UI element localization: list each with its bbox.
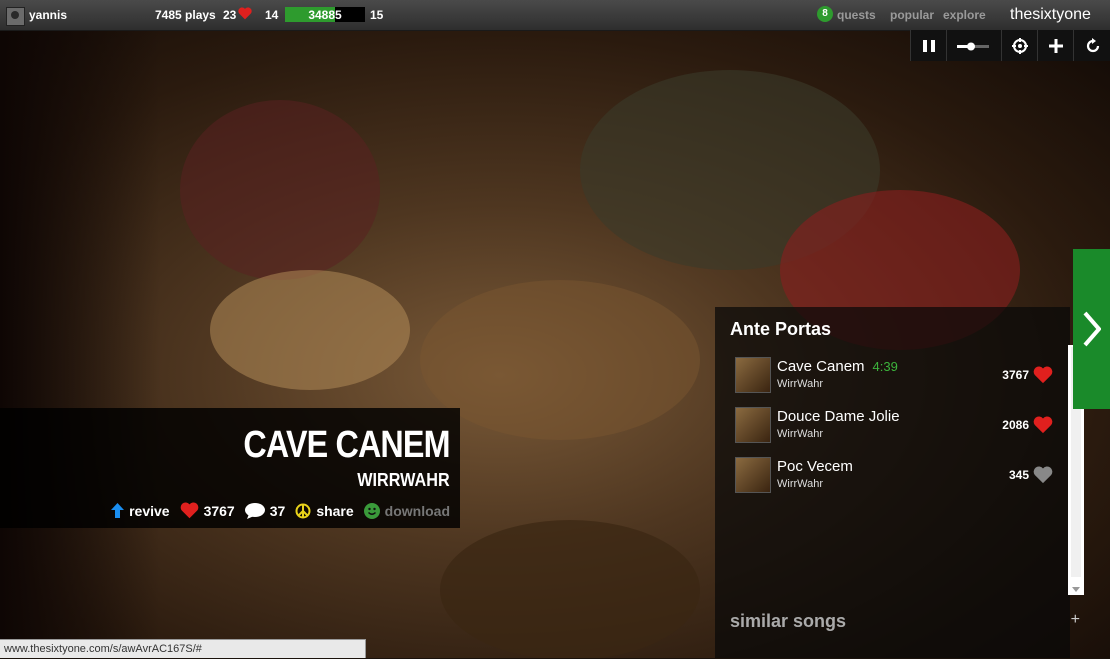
volume-slider[interactable]: [946, 30, 1002, 61]
comments-button[interactable]: 37: [244, 502, 286, 519]
pause-button[interactable]: [910, 30, 947, 61]
xp-value: 34885: [308, 8, 342, 22]
song-title: CAVE CANEM: [243, 424, 451, 466]
target-button[interactable]: [1001, 30, 1038, 61]
song-actions: revive 3767 37 share download: [111, 502, 450, 519]
quests-badge[interactable]: 8: [817, 6, 833, 22]
current-level: 14: [265, 8, 279, 22]
browser-status-bar: www.thesixtyone.com/s/awAvrAC167S/#: [0, 639, 366, 658]
nav-quests[interactable]: quests: [837, 8, 876, 22]
heart-outline-icon[interactable]: [1033, 466, 1053, 484]
heart-count: 3767: [203, 502, 235, 519]
track-heart-count: 345: [1008, 468, 1029, 482]
volume-icon: [956, 42, 989, 50]
album-title[interactable]: Ante Portas: [730, 319, 831, 340]
pause-icon: [923, 39, 935, 52]
album-thumbnail: [735, 407, 771, 443]
site-logo[interactable]: thesixtyone: [1010, 6, 1091, 24]
share-button[interactable]: share: [295, 502, 354, 519]
track-row[interactable]: Poc Vecem WirrWahr 345: [735, 457, 1065, 497]
share-label: share: [316, 502, 354, 519]
song-artist[interactable]: WIRRWAHR: [358, 470, 450, 491]
next-level: 15: [370, 8, 384, 22]
track-artist: WirrWahr: [777, 428, 824, 440]
nav-explore[interactable]: explore: [943, 8, 986, 22]
heart-icon: [180, 502, 198, 519]
username[interactable]: yannis: [29, 8, 67, 22]
playlist-panel: Ante Portas Cave Canem 4:39 WirrWahr 3767…: [715, 307, 1080, 658]
peace-icon: [295, 503, 311, 518]
download-button[interactable]: download: [363, 502, 450, 519]
heart-button[interactable]: 3767: [180, 502, 235, 519]
next-song-button[interactable]: [1073, 249, 1110, 409]
track-artist: WirrWahr: [777, 478, 824, 490]
album-thumbnail: [735, 457, 771, 493]
avatar[interactable]: [6, 7, 25, 26]
heart-icon: [238, 7, 252, 23]
player-controls: [910, 30, 1110, 61]
smiley-icon: [363, 502, 380, 519]
speech-bubble-icon: [244, 502, 265, 519]
nav-popular[interactable]: popular: [890, 8, 934, 22]
track-title: Douce Dame Jolie: [777, 408, 900, 425]
track-title: Cave Canem 4:39: [777, 358, 898, 375]
track-duration: 4:39: [872, 359, 898, 374]
revive-label: revive: [129, 502, 170, 519]
refresh-icon: [1086, 37, 1099, 52]
top-bar: yannis 7485 plays 23 14 34885 15 8 quest…: [0, 0, 1110, 31]
download-label: download: [384, 502, 450, 519]
track-heart-count: 3767: [1002, 368, 1029, 382]
song-info-panel: CAVE CANEM WIRRWAHR revive 3767 37 share…: [0, 408, 460, 528]
expand-similar-button[interactable]: +: [1071, 611, 1080, 629]
track-row[interactable]: Douce Dame Jolie WirrWahr 2086: [735, 407, 1065, 447]
heart-icon[interactable]: [1033, 366, 1053, 384]
crosshair-icon: [1012, 37, 1028, 54]
add-button[interactable]: [1037, 30, 1074, 61]
refresh-button[interactable]: [1073, 30, 1110, 61]
track-heart-count: 2086: [1002, 418, 1029, 432]
heart-icon[interactable]: [1033, 416, 1053, 434]
track-row[interactable]: Cave Canem 4:39 WirrWahr 3767: [735, 357, 1065, 397]
arrow-up-icon: [111, 503, 125, 518]
track-title: Poc Vecem: [777, 458, 853, 475]
chevron-right-icon: [1082, 311, 1101, 347]
plays-count: 7485 plays: [155, 8, 216, 22]
similar-songs-header[interactable]: similar songs: [730, 611, 846, 632]
revive-button[interactable]: revive: [111, 502, 170, 519]
comments-count: 37: [269, 502, 286, 519]
scroll-down-icon[interactable]: [1072, 587, 1080, 592]
plus-icon: [1049, 38, 1063, 53]
track-artist: WirrWahr: [777, 378, 824, 390]
loves-count: 23: [223, 8, 237, 22]
album-thumbnail: [735, 357, 771, 393]
xp-progress-bar: 34885: [285, 7, 365, 22]
